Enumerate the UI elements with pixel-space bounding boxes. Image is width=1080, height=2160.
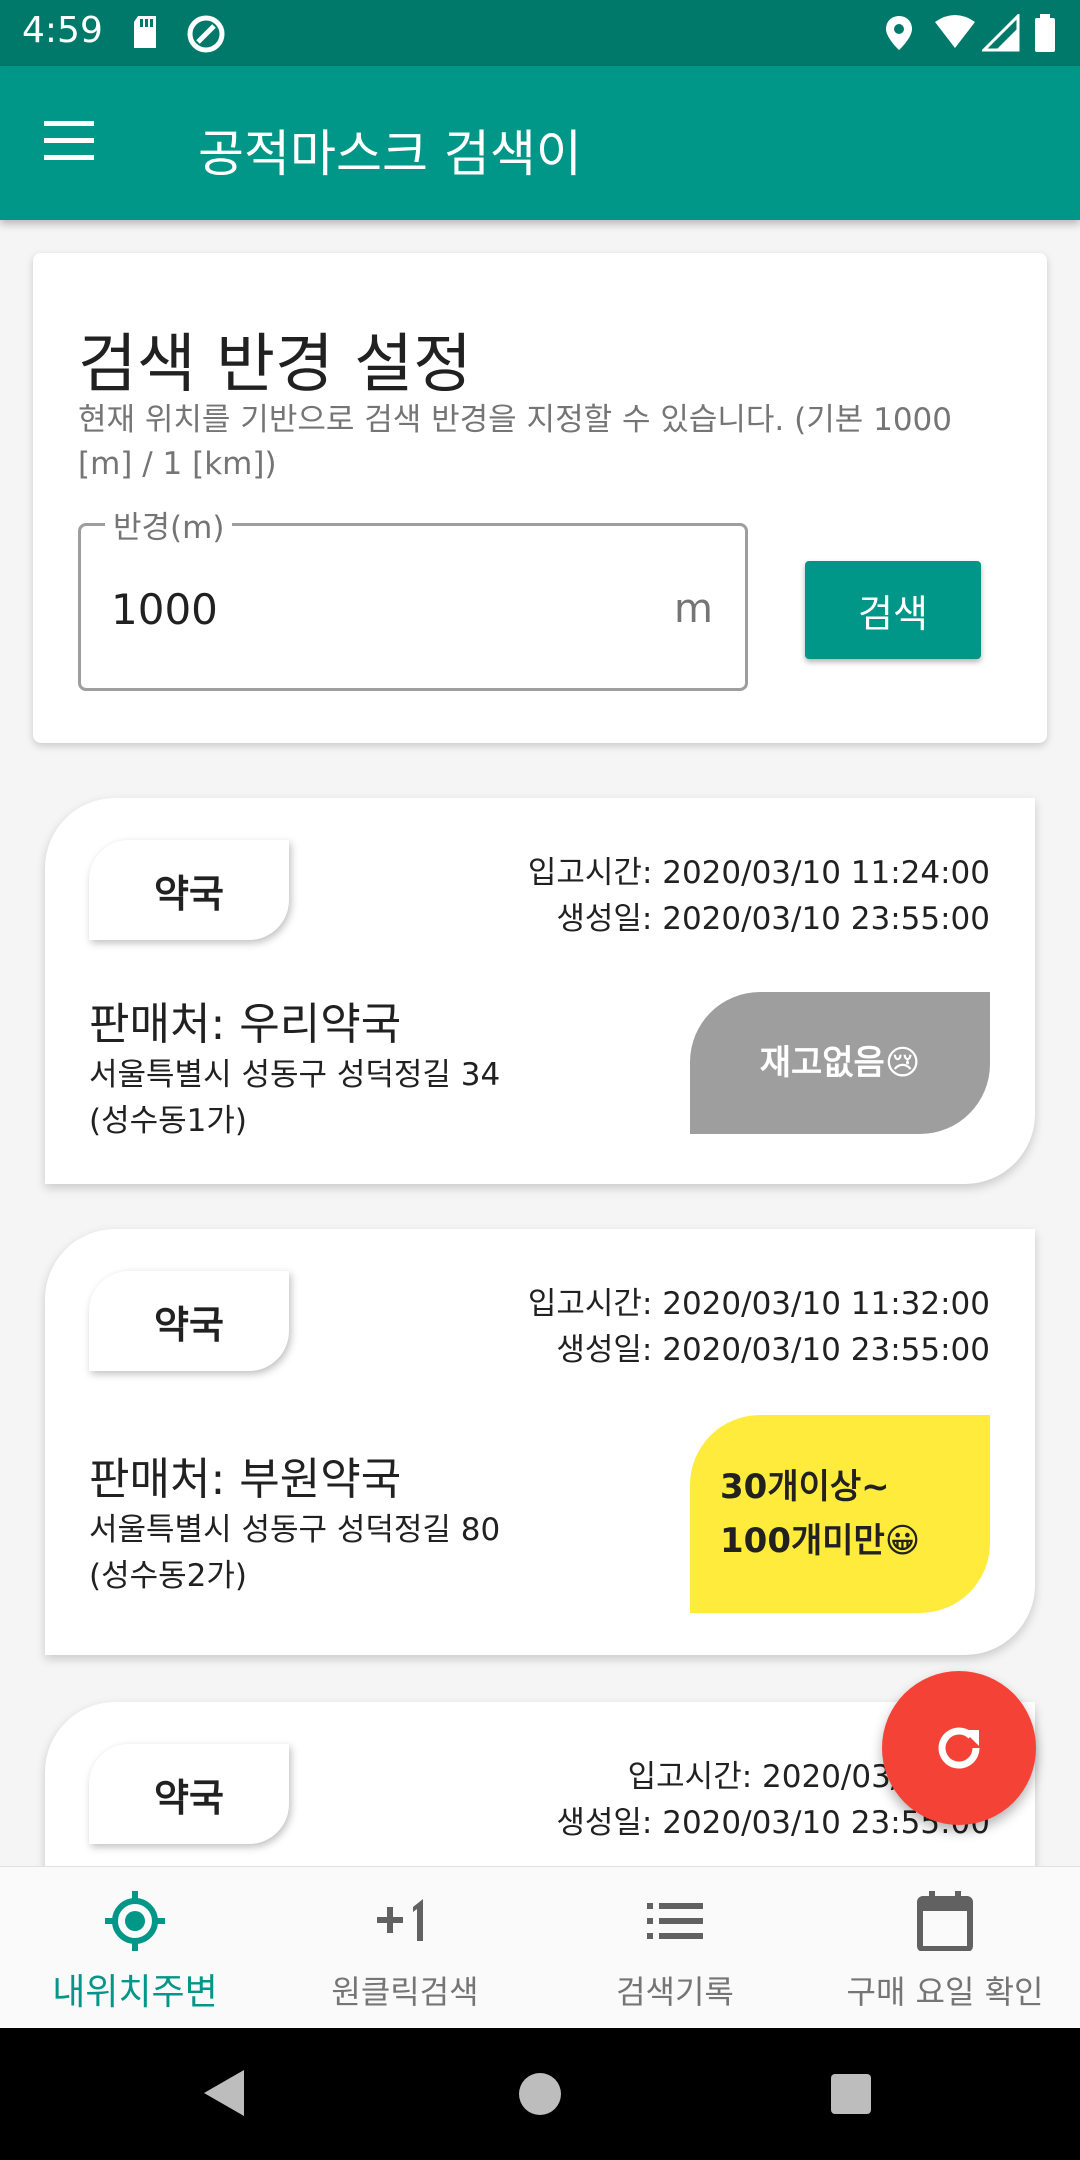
radius-field-label: 반경(m) — [105, 502, 233, 547]
seller-name: 판매처: 부원약국 — [89, 1454, 402, 1505]
list-icon — [647, 1903, 703, 1939]
plus-one-icon — [377, 1899, 423, 1941]
stock-status-badge: 30개이상~ 100개미만😀 — [690, 1415, 990, 1613]
store-type-badge: 약국 — [89, 1271, 289, 1371]
search-radius-card: 검색 반경 설정 현재 위치를 기반으로 검색 반경을 지정할 수 있습니다. … — [33, 253, 1047, 743]
radius-input[interactable] — [109, 584, 533, 635]
nav-item-purchase-day[interactable]: 구매 요일 확인 — [810, 1867, 1080, 2029]
nav-item-one-click-search[interactable]: 원클릭검색 — [270, 1867, 540, 2029]
store-card[interactable]: 약국 입고시간: 2020/03/10 11:32:00 생성일: 2020/0… — [45, 1229, 1035, 1655]
app-title: 공적마스크 검색이 — [198, 125, 582, 183]
status-bar: 4:59 — [0, 0, 1080, 66]
seller-name: 판매처: 우리약국 — [89, 999, 402, 1050]
home-icon[interactable] — [517, 2071, 563, 2117]
status-time: 4:59 — [22, 10, 103, 51]
seller-address: 서울특별시 성동구 성덕정길 80 (성수동2가) — [89, 1512, 501, 1594]
location-icon — [886, 16, 912, 50]
nav-label: 내위치주변 — [52, 1972, 218, 2013]
battery-icon — [1035, 14, 1055, 52]
sd-card-icon — [134, 16, 156, 48]
hamburger-menu-icon[interactable] — [44, 121, 108, 169]
recents-icon[interactable] — [829, 2072, 873, 2116]
store-type-badge: 약국 — [89, 840, 289, 940]
stock-time: 입고시간: 2020/03/10 11:32:00 — [527, 1286, 990, 1322]
nav-item-search-history[interactable]: 검색기록 — [540, 1867, 810, 2029]
signal-icon — [982, 14, 1020, 52]
bottom-navigation: 내위치주변 원클릭검색 검색기록 구매 요일 확인 — [0, 1866, 1080, 2029]
my-location-icon — [105, 1891, 165, 1951]
radius-unit: m — [674, 586, 713, 632]
wifi-icon — [935, 15, 975, 48]
stock-status-badge: 재고없음😢 — [690, 992, 990, 1134]
nav-label: 검색기록 — [616, 1973, 734, 2011]
radius-field[interactable]: 반경(m) m — [78, 502, 748, 691]
store-time-info: 입고시간: 2020/03/10 11:24:00 생성일: 2020/03/1… — [528, 850, 990, 942]
app-bar: 공적마스크 검색이 — [0, 66, 1080, 220]
calendar-icon — [917, 1891, 973, 1951]
search-card-description: 현재 위치를 기반으로 검색 반경을 지정할 수 있습니다. (기본 1000 … — [78, 402, 953, 482]
system-navigation-bar — [0, 2028, 1080, 2160]
nav-item-nearby[interactable]: 내위치주변 — [0, 1867, 270, 2029]
refresh-fab[interactable] — [882, 1671, 1036, 1825]
created-at: 생성일: 2020/03/10 23:55:00 — [556, 901, 990, 937]
seller-address: 서울특별시 성동구 성덕정길 34 (성수동1가) — [89, 1057, 501, 1139]
store-time-info: 입고시간: 2020/03/10 11:32:00 생성일: 2020/03/1… — [528, 1281, 990, 1373]
search-button[interactable]: 검색 — [805, 561, 981, 659]
nav-label: 원클릭검색 — [331, 1973, 479, 2011]
store-card[interactable]: 약국 입고시간: 2020/03/10 11:24:00 생성일: 2020/0… — [45, 798, 1035, 1184]
search-card-title: 검색 반경 설정 — [78, 328, 472, 402]
store-type-badge: 약국 — [89, 1744, 289, 1844]
created-at: 생성일: 2020/03/10 23:55:00 — [556, 1332, 990, 1368]
refresh-icon — [938, 1727, 980, 1769]
back-icon[interactable] — [202, 2068, 246, 2118]
sync-icon — [187, 15, 225, 53]
nav-label: 구매 요일 확인 — [846, 1973, 1044, 2011]
stock-time: 입고시간: 2020/03/10 11:24:00 — [527, 855, 990, 891]
